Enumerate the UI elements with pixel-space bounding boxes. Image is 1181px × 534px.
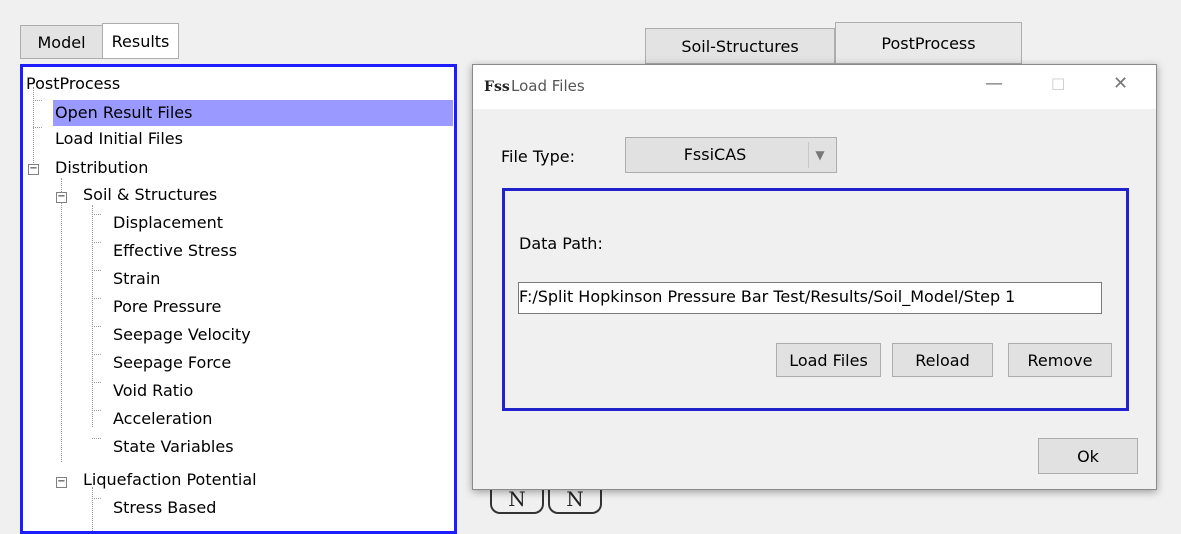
reload-label: Reload xyxy=(915,350,970,370)
tree-item-label: Load Initial Files xyxy=(55,129,183,148)
collapse-icon[interactable]: − xyxy=(56,192,67,203)
tree-item-soil-structures[interactable]: Soil & Structures xyxy=(83,182,217,208)
tree-item-displacement[interactable]: Displacement xyxy=(113,210,223,236)
tree-item-open-result-files[interactable]: Open Result Files xyxy=(53,100,453,126)
tree-item-distribution[interactable]: Distribution xyxy=(55,155,148,181)
app-logo-icon: Fss xyxy=(484,79,510,95)
remove-label: Remove xyxy=(1027,350,1093,370)
tab-model[interactable]: Model xyxy=(20,25,102,59)
tree-connector xyxy=(92,354,101,355)
tab-results-label: Results xyxy=(111,31,170,51)
dialog-title-bar[interactable]: Fss Load Files — ☐ ✕ xyxy=(473,65,1156,109)
tree-connector xyxy=(92,205,93,427)
tree-item-label: Open Result Files xyxy=(55,103,193,122)
tree-connector xyxy=(92,214,101,215)
tree-connector xyxy=(92,438,101,439)
tree-connector xyxy=(92,298,101,299)
tree-item-label: Strain xyxy=(113,269,161,288)
tree-item-postprocess[interactable]: PostProcess xyxy=(26,71,120,97)
file-type-value: FssiCAS xyxy=(683,145,747,164)
data-path-label: Data Path: xyxy=(519,234,603,253)
load-files-label: Load Files xyxy=(789,350,868,370)
tree-connector xyxy=(92,382,101,383)
tab-model-label: Model xyxy=(37,32,86,52)
toolbar-icon[interactable]: N xyxy=(490,489,544,514)
tree-item-pore-pressure[interactable]: Pore Pressure xyxy=(113,294,221,320)
tab-results[interactable]: Results xyxy=(102,23,179,59)
tab-soil-structures-label: Soil-Structures xyxy=(681,36,799,56)
tree-item-stress-based[interactable]: Stress Based xyxy=(113,495,216,521)
reload-button[interactable]: Reload xyxy=(892,343,993,377)
toolbar-icon[interactable]: N xyxy=(548,489,602,514)
collapse-icon[interactable]: − xyxy=(28,164,39,175)
tree-item-liquefaction-potential[interactable]: Liquefaction Potential xyxy=(83,467,257,493)
tree-item-load-initial-files[interactable]: Load Initial Files xyxy=(55,126,183,152)
tree-item-state-variables[interactable]: State Variables xyxy=(113,434,234,460)
tree-item-label: Seepage Force xyxy=(113,353,232,372)
tab-postprocess-label: PostProcess xyxy=(881,33,976,53)
tree-item-label: Displacement xyxy=(113,213,223,232)
tree-item-label: Liquefaction Potential xyxy=(83,470,257,489)
tree-connector xyxy=(33,100,42,101)
tree-item-label: Pore Pressure xyxy=(113,297,222,316)
tree-item-label: Stress Based xyxy=(113,498,217,517)
tree-item-void-ratio[interactable]: Void Ratio xyxy=(113,378,193,404)
load-files-button[interactable]: Load Files xyxy=(776,343,881,377)
postprocess-tree[interactable]: PostProcess Open Result Files Load Initi… xyxy=(20,64,457,534)
load-files-dialog: Fss Load Files — ☐ ✕ File Type: FssiCAS … xyxy=(472,64,1157,490)
close-icon[interactable]: ✕ xyxy=(1113,73,1128,94)
maximize-icon: ☐ xyxy=(1051,75,1066,94)
data-path-group: Data Path: F:/Split Hopkinson Pressure B… xyxy=(502,188,1129,411)
ok-label: Ok xyxy=(1077,446,1099,466)
tree-item-seepage-force[interactable]: Seepage Force xyxy=(113,350,231,376)
tree-connector xyxy=(92,498,101,499)
tree-item-effective-stress[interactable]: Effective Stress xyxy=(113,238,237,264)
tree-connector xyxy=(92,270,101,271)
minimize-icon[interactable]: — xyxy=(985,73,1003,94)
tree-connector xyxy=(92,487,93,531)
tree-item-label: PostProcess xyxy=(26,74,121,93)
dialog-title: Load Files xyxy=(511,77,585,95)
file-type-label: File Type: xyxy=(501,147,575,166)
tree-connector xyxy=(92,242,101,243)
file-type-dropdown[interactable]: FssiCAS ▼ xyxy=(625,137,837,173)
tree-item-acceleration[interactable]: Acceleration xyxy=(113,406,212,432)
tab-postprocess[interactable]: PostProcess xyxy=(835,22,1022,64)
tree-item-label: Acceleration xyxy=(113,409,213,428)
tree-connector xyxy=(33,127,42,128)
chevron-down-icon: ▼ xyxy=(808,142,831,168)
data-path-input[interactable]: F:/Split Hopkinson Pressure Bar Test/Res… xyxy=(518,282,1102,314)
tree-item-seepage-velocity[interactable]: Seepage Velocity xyxy=(113,322,251,348)
data-path-value: F:/Split Hopkinson Pressure Bar Test/Res… xyxy=(519,287,1016,306)
tree-item-label: Seepage Velocity xyxy=(113,325,251,344)
tree-connector xyxy=(92,410,101,411)
tree-item-label: Void Ratio xyxy=(113,381,194,400)
tree-connector xyxy=(61,178,62,462)
tree-item-label: Soil & Structures xyxy=(83,185,218,204)
tree-item-strain[interactable]: Strain xyxy=(113,266,160,292)
remove-button[interactable]: Remove xyxy=(1008,343,1112,377)
tree-connector xyxy=(92,326,101,327)
ok-button[interactable]: Ok xyxy=(1038,438,1138,474)
tree-item-label: Distribution xyxy=(55,158,149,177)
tree-item-label: State Variables xyxy=(113,437,234,456)
tree-item-label: Effective Stress xyxy=(113,241,238,260)
tab-soil-structures[interactable]: Soil-Structures xyxy=(645,28,835,64)
collapse-icon[interactable]: − xyxy=(56,477,67,488)
